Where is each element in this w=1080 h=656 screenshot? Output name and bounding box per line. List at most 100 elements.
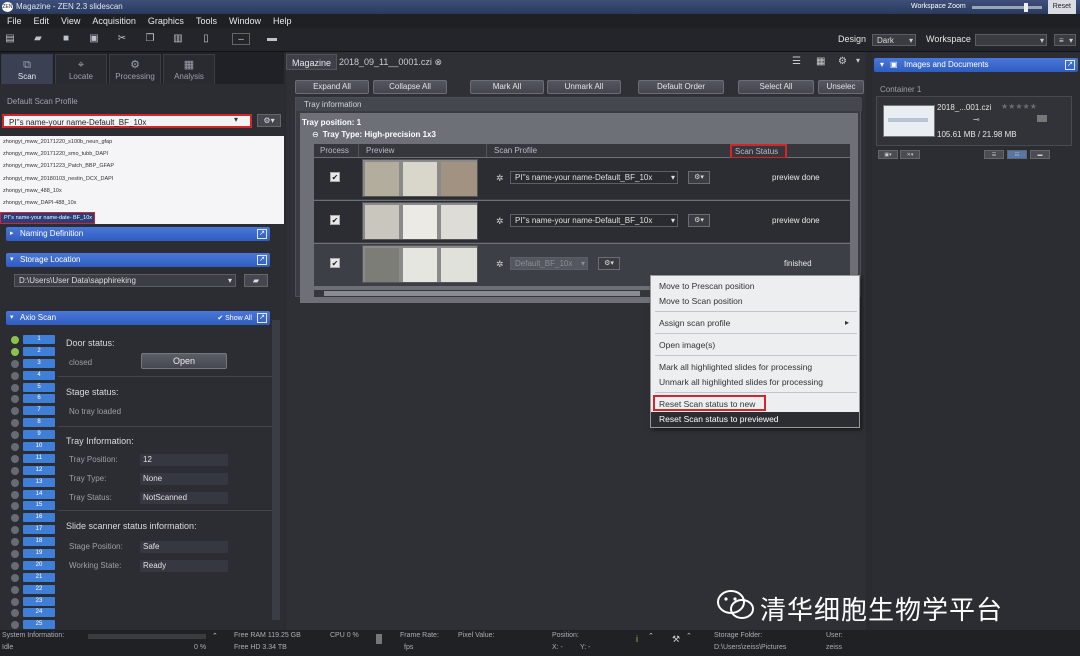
tray-slot[interactable]: 17 <box>8 524 58 536</box>
process-checkbox[interactable]: ✔ <box>330 172 340 182</box>
table-row[interactable]: ✔ ✲ PI''s name-your name-Default_BF_10x ▾… <box>314 201 850 243</box>
menu-graphics[interactable]: Graphics <box>145 14 187 28</box>
list-item[interactable]: zhongyi_mww_20171220_s100b_neun_gfap <box>0 136 284 148</box>
list-item[interactable]: zhongyi_mww_DAPI-488_10x <box>0 197 284 209</box>
chevron-up-icon[interactable]: ⌃ <box>686 632 692 640</box>
list-item[interactable]: zhongyi_mww_20171220_smo_tubb_DAPI <box>0 148 284 160</box>
workspace-dropdown[interactable]: ▾ <box>975 34 1047 46</box>
collapse-icon[interactable]: ⊖ <box>312 130 319 139</box>
col-process[interactable]: Process <box>320 144 349 157</box>
tray-slot[interactable]: 20 <box>8 560 58 572</box>
tray-slot[interactable]: 10 <box>8 441 58 453</box>
profile-options-button[interactable]: ⚙▾ <box>257 114 281 127</box>
tab-document[interactable]: 2018_09_11__0001.czi ⊗ <box>334 54 447 70</box>
process-checkbox[interactable]: ✔ <box>330 215 340 225</box>
new-icon[interactable]: ▤ <box>4 33 16 45</box>
menu-view[interactable]: View <box>58 14 83 28</box>
menu-acquisition[interactable]: Acquisition <box>89 14 139 28</box>
menu-open-images[interactable]: Open image(s) <box>659 340 715 350</box>
chevron-down-icon[interactable]: ▾ <box>856 56 860 65</box>
tray-slot[interactable]: 6 <box>8 393 58 405</box>
display-icon[interactable]: ▬ <box>266 33 278 45</box>
default-order-button[interactable]: Default Order <box>638 80 724 94</box>
tray-slot[interactable]: 24 <box>8 607 58 619</box>
list-item[interactable]: zhongyi_mww_20171223_Patch_BBP_GFAP <box>0 160 284 172</box>
tray-slot[interactable]: 21 <box>8 572 58 584</box>
menu-move-scan[interactable]: Move to Scan position <box>659 296 743 306</box>
tray-type[interactable]: ⊖ Tray Type: High-precision 1x3 <box>312 130 436 139</box>
images-documents-header[interactable]: ▾ ▣ Images and Documents ↗ <box>874 58 1078 72</box>
selected-profile-item[interactable]: PI''s name-your name-date- BF_10x <box>0 212 95 224</box>
storage-location-header[interactable]: ▾ Storage Location ↗ <box>6 253 270 267</box>
menu-reset-to-new[interactable]: Reset Scan status to new <box>659 399 755 409</box>
menu-mark-highlighted[interactable]: Mark all highlighted slides for processi… <box>659 362 812 372</box>
tab-scan[interactable]: ⧉ Scan <box>1 54 53 84</box>
tray-slot[interactable]: 3 <box>8 358 58 370</box>
tray-slot[interactable]: 8 <box>8 417 58 429</box>
tray-slot[interactable]: 23 <box>8 596 58 608</box>
axio-scan-header[interactable]: ▾ Axio Scan ✔ Show All ↗ <box>6 311 270 325</box>
copy-icon[interactable]: ❐ <box>144 33 156 45</box>
workspace-menu-button[interactable]: ≡ ▾ <box>1054 34 1076 46</box>
left-scrollbar[interactable] <box>272 320 280 620</box>
tray-slot[interactable]: 7 <box>8 405 58 417</box>
collapse-all-button[interactable]: Collapse All <box>373 80 447 94</box>
tray-slot[interactable]: 15 <box>8 500 58 512</box>
design-dropdown[interactable]: Dark ▾ <box>872 34 916 46</box>
show-all-toggle[interactable]: ✔ Show All <box>217 312 252 326</box>
tile-view-button[interactable]: ▬ <box>1030 150 1050 159</box>
list-view-icon[interactable]: ☰ <box>792 56 801 67</box>
tab-processing[interactable]: ⚙ Processing <box>109 54 161 84</box>
row-profile-dropdown[interactable]: PI''s name-your name-Default_BF_10x ▾ <box>510 171 678 184</box>
tray-slot[interactable]: 2 <box>8 346 58 358</box>
reset-zoom-button[interactable]: Reset <box>1047 0 1076 15</box>
mark-all-button[interactable]: Mark All <box>470 80 544 94</box>
tab-analysis[interactable]: ▦ Analysis <box>163 54 215 84</box>
table-row[interactable]: ✔ ✲ PI''s name-your name-Default_BF_10x ▾… <box>314 158 850 200</box>
popout-icon[interactable]: ↗ <box>257 255 267 265</box>
tray-slot[interactable]: 12 <box>8 465 58 477</box>
paste-icon[interactable]: ▥ <box>172 33 184 45</box>
unmark-all-button[interactable]: Unmark All <box>547 80 621 94</box>
menu-unmark-highlighted[interactable]: Unmark all highlighted slides for proces… <box>659 377 823 387</box>
layout-icon[interactable]: – <box>232 33 250 45</box>
tray-slot[interactable]: 19 <box>8 548 58 560</box>
add-image-button[interactable]: ▣▾ <box>878 150 898 159</box>
list-view-button[interactable]: ☰ <box>984 150 1004 159</box>
unselect-all-button[interactable]: Unselec <box>818 80 864 94</box>
undo-icon[interactable]: ▯ <box>200 33 212 45</box>
settings-gear-icon[interactable]: ⚙ <box>838 56 847 67</box>
grid-view-icon[interactable]: ▦ <box>816 56 825 67</box>
menu-window[interactable]: Window <box>226 14 264 28</box>
open-folder-icon[interactable]: ▰ <box>32 33 44 45</box>
col-scan-status[interactable]: Scan Status <box>730 144 787 159</box>
tray-slot[interactable]: 13 <box>8 477 58 489</box>
save-icon[interactable]: ■ <box>60 33 72 45</box>
chevron-up-icon[interactable]: ⌃ <box>212 632 218 640</box>
tab-locate[interactable]: ⌖ Locate <box>55 54 107 84</box>
tray-slot[interactable]: 11 <box>8 453 58 465</box>
process-checkbox[interactable]: ✔ <box>330 258 340 268</box>
row-options-button[interactable]: ⚙▾ <box>598 257 620 270</box>
menu-tools[interactable]: Tools <box>193 14 220 28</box>
popout-icon[interactable]: ↗ <box>257 229 267 239</box>
menu-edit[interactable]: Edit <box>31 14 53 28</box>
detail-view-button[interactable]: ☷ <box>1007 150 1027 159</box>
tray-slot[interactable]: 14 <box>8 489 58 501</box>
workspace-zoom-slider[interactable] <box>971 2 1042 12</box>
tab-magazine[interactable]: Magazine <box>286 54 338 70</box>
scan-profile-dropdown[interactable]: PI''s name-your name-Default_BF_10x <box>2 114 252 128</box>
open-door-button[interactable]: Open <box>141 353 227 369</box>
row-options-button[interactable]: ⚙▾ <box>688 171 710 184</box>
chevron-up-icon[interactable]: ⌃ <box>648 632 654 640</box>
menu-move-prescan[interactable]: Move to Prescan position <box>659 281 754 291</box>
remove-image-button[interactable]: ✕▾ <box>900 150 920 159</box>
select-all-button[interactable]: Select All <box>738 80 814 94</box>
naming-definition-header[interactable]: ▸ Naming Definition ↗ <box>6 227 270 241</box>
menu-file[interactable]: File <box>4 14 25 28</box>
info-icon[interactable]: i <box>636 634 638 644</box>
document-card[interactable]: 2018_...001.czi ★★★★★ 105.61 MB / 21.98 … <box>876 96 1072 146</box>
storage-path-dropdown[interactable]: D:\Users\User Data\sapphireking ▾ <box>14 274 236 287</box>
tray-slot[interactable]: 16 <box>8 512 58 524</box>
close-icon[interactable]: ▣ <box>88 33 100 45</box>
